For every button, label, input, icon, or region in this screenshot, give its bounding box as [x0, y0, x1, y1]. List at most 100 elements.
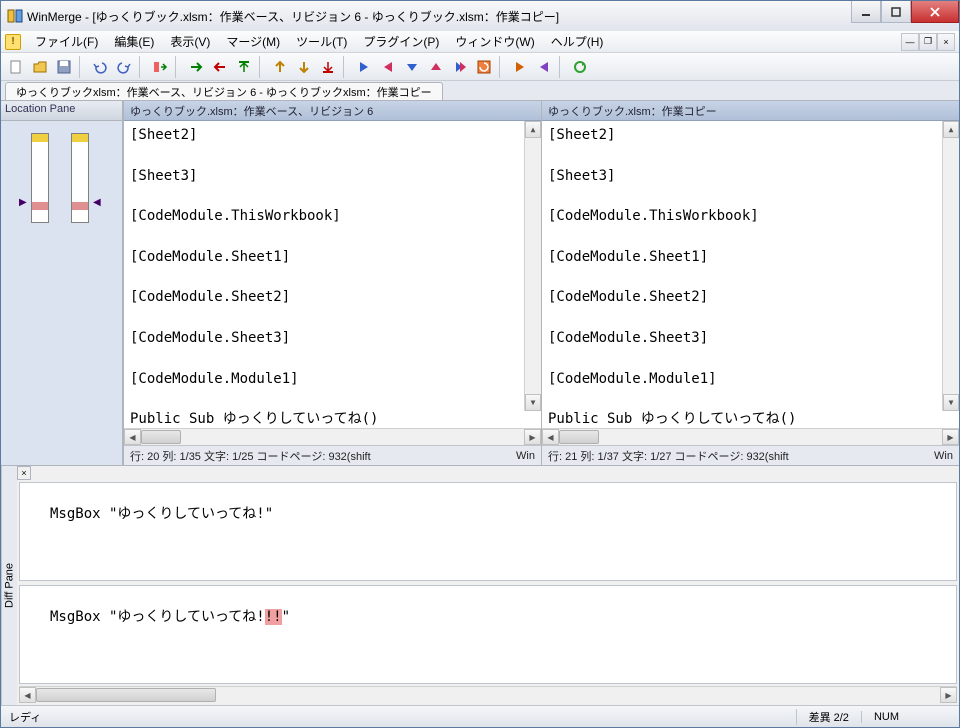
scroll-right-icon[interactable]: ▶ [940, 687, 957, 703]
undo-icon[interactable] [89, 56, 111, 78]
scrollbar-vertical[interactable]: ▲▼ [942, 121, 959, 411]
scroll-left-icon[interactable]: ◀ [19, 687, 36, 703]
scroll-down-icon[interactable]: ▼ [525, 394, 541, 411]
scroll-thumb[interactable] [36, 688, 216, 702]
last-diff-icon[interactable] [317, 56, 339, 78]
diff-pane-label: Diff Pane [1, 466, 17, 705]
nav-down-icon[interactable] [401, 56, 423, 78]
scroll-left-icon[interactable]: ◀ [124, 429, 141, 445]
first-diff-icon[interactable] [233, 56, 255, 78]
menu-plugin[interactable]: プラグイン(P) [355, 31, 447, 52]
menu-tool[interactable]: ツール(T) [288, 31, 355, 52]
code-line [130, 267, 535, 287]
diff-line-bot-hl: !! [265, 609, 282, 625]
nav-up-icon[interactable] [425, 56, 447, 78]
menu-file[interactable]: ファイル(F) [27, 31, 106, 52]
nav-right-icon[interactable] [353, 56, 375, 78]
code-line [130, 186, 535, 206]
next-diff-icon[interactable] [293, 56, 315, 78]
scrollbar-horizontal[interactable]: ◀▶ [124, 428, 541, 445]
scroll-right-icon[interactable]: ▶ [524, 429, 541, 445]
code-line: [CodeModule.ThisWorkbook] [130, 206, 535, 226]
code-line: [CodeModule.ThisWorkbook] [548, 206, 953, 226]
maximize-button[interactable] [881, 1, 911, 23]
compare-pane-right: ゆっくりブック.xlsm：作業コピー [Sheet2] [Sheet3] [Co… [541, 101, 959, 465]
titlebar[interactable]: WinMerge - [ゆっくりブック.xlsm：作業ベース、リビジョン 6 -… [1, 1, 959, 31]
statusbar: レディ 差異 2/2 NUM [1, 705, 959, 727]
app-icon [7, 8, 23, 24]
menu-merge[interactable]: マージ(M) [218, 31, 288, 52]
code-line: [CodeModule.Module1] [130, 369, 535, 389]
code-line: Public Sub ゆっくりしていってね() [548, 409, 953, 428]
compare-header-left: ゆっくりブック.xlsm：作業ベース、リビジョン 6 [124, 101, 541, 121]
play-left-icon[interactable] [533, 56, 555, 78]
close-button[interactable] [911, 1, 959, 23]
document-tab[interactable]: ゆっくりブックxlsm：作業ベース、リビジョン 6 - ゆっくりブックxlsm：… [5, 82, 443, 100]
play-right-icon[interactable] [509, 56, 531, 78]
mdi-restore-button[interactable]: ❐ [919, 33, 937, 51]
compare-body-right[interactable]: [Sheet2] [Sheet3] [CodeModule.ThisWorkbo… [542, 121, 959, 428]
all-left-icon[interactable] [209, 56, 231, 78]
status-encoding: Win [934, 450, 953, 462]
new-icon[interactable] [5, 56, 27, 78]
refresh-icon[interactable] [473, 56, 495, 78]
nav-rr-icon[interactable] [449, 56, 471, 78]
mdi-close-button[interactable]: × [937, 33, 955, 51]
location-pointer-right-icon: ◀ [93, 197, 101, 208]
cycle-icon[interactable] [569, 56, 591, 78]
diff-pane: × MsgBox "ゆっくりしていってね!" MsgBox "ゆっくりしていって… [17, 466, 959, 705]
menu-edit[interactable]: 編集(E) [106, 31, 162, 52]
scroll-down-icon[interactable]: ▼ [943, 394, 959, 411]
open-icon[interactable] [29, 56, 51, 78]
code-line [130, 348, 535, 368]
diff-line-bot-pre: MsgBox "ゆっくりしていってね! [50, 609, 265, 625]
diff-pane-close-button[interactable]: × [17, 466, 31, 480]
scroll-right-icon[interactable]: ▶ [942, 429, 959, 445]
code-line: [CodeModule.Sheet2] [130, 287, 535, 307]
scroll-up-icon[interactable]: ▲ [525, 121, 541, 138]
save-icon[interactable] [53, 56, 75, 78]
menu-help[interactable]: ヘルプ(H) [543, 31, 612, 52]
warning-icon[interactable]: ! [5, 34, 21, 50]
scroll-thumb[interactable] [141, 430, 181, 444]
status-diff: 差異 2/2 [796, 709, 861, 725]
workarea: Location Pane ▶ ◀ ゆっくりブック.xlsm：作業ベース、リビジ… [1, 101, 959, 705]
code-line [130, 308, 535, 328]
copy-right-icon[interactable] [149, 56, 171, 78]
code-line [548, 389, 953, 409]
diff-pane-wrap: Diff Pane × MsgBox "ゆっくりしていってね!" MsgBox … [1, 465, 959, 705]
minimize-button[interactable] [851, 1, 881, 23]
diff-box-bottom[interactable]: MsgBox "ゆっくりしていってね!!!" [19, 585, 957, 684]
all-right-icon[interactable] [185, 56, 207, 78]
scrollbar-horizontal[interactable]: ◀▶ [542, 428, 959, 445]
code-line: [CodeModule.Sheet1] [548, 247, 953, 267]
menubar: ! ファイル(F) 編集(E) 表示(V) マージ(M) ツール(T) プラグイ… [1, 31, 959, 53]
code-line [130, 226, 535, 246]
code-line: [Sheet3] [548, 166, 953, 186]
scroll-thumb[interactable] [559, 430, 599, 444]
code-line [130, 145, 535, 165]
scroll-up-icon[interactable]: ▲ [943, 121, 959, 138]
location-pane: Location Pane ▶ ◀ [1, 101, 123, 465]
redo-icon[interactable] [113, 56, 135, 78]
location-bar-right[interactable] [71, 133, 89, 223]
scroll-left-icon[interactable]: ◀ [542, 429, 559, 445]
menu-view[interactable]: 表示(V) [162, 31, 218, 52]
diff-line-top: MsgBox "ゆっくりしていってね!" [50, 506, 273, 522]
prev-diff-icon[interactable] [269, 56, 291, 78]
toolbar [1, 53, 959, 81]
compare-body-left[interactable]: [Sheet2] [Sheet3] [CodeModule.ThisWorkbo… [124, 121, 541, 428]
scrollbar-vertical[interactable]: ▲▼ [524, 121, 541, 411]
location-pane-body[interactable]: ▶ ◀ [1, 121, 122, 465]
code-line [548, 348, 953, 368]
location-bar-left[interactable] [31, 133, 49, 223]
mdi-minimize-button[interactable]: — [901, 33, 919, 51]
nav-left-icon[interactable] [377, 56, 399, 78]
diff-scrollbar[interactable]: ◀▶ [19, 686, 957, 703]
menu-window[interactable]: ウィンドウ(W) [447, 31, 542, 52]
diff-box-top[interactable]: MsgBox "ゆっくりしていってね!" [19, 482, 957, 581]
code-line [548, 186, 953, 206]
app-window: WinMerge - [ゆっくりブック.xlsm：作業ベース、リビジョン 6 -… [0, 0, 960, 728]
code-line [548, 145, 953, 165]
window-title: WinMerge - [ゆっくりブック.xlsm：作業ベース、リビジョン 6 -… [27, 8, 851, 25]
